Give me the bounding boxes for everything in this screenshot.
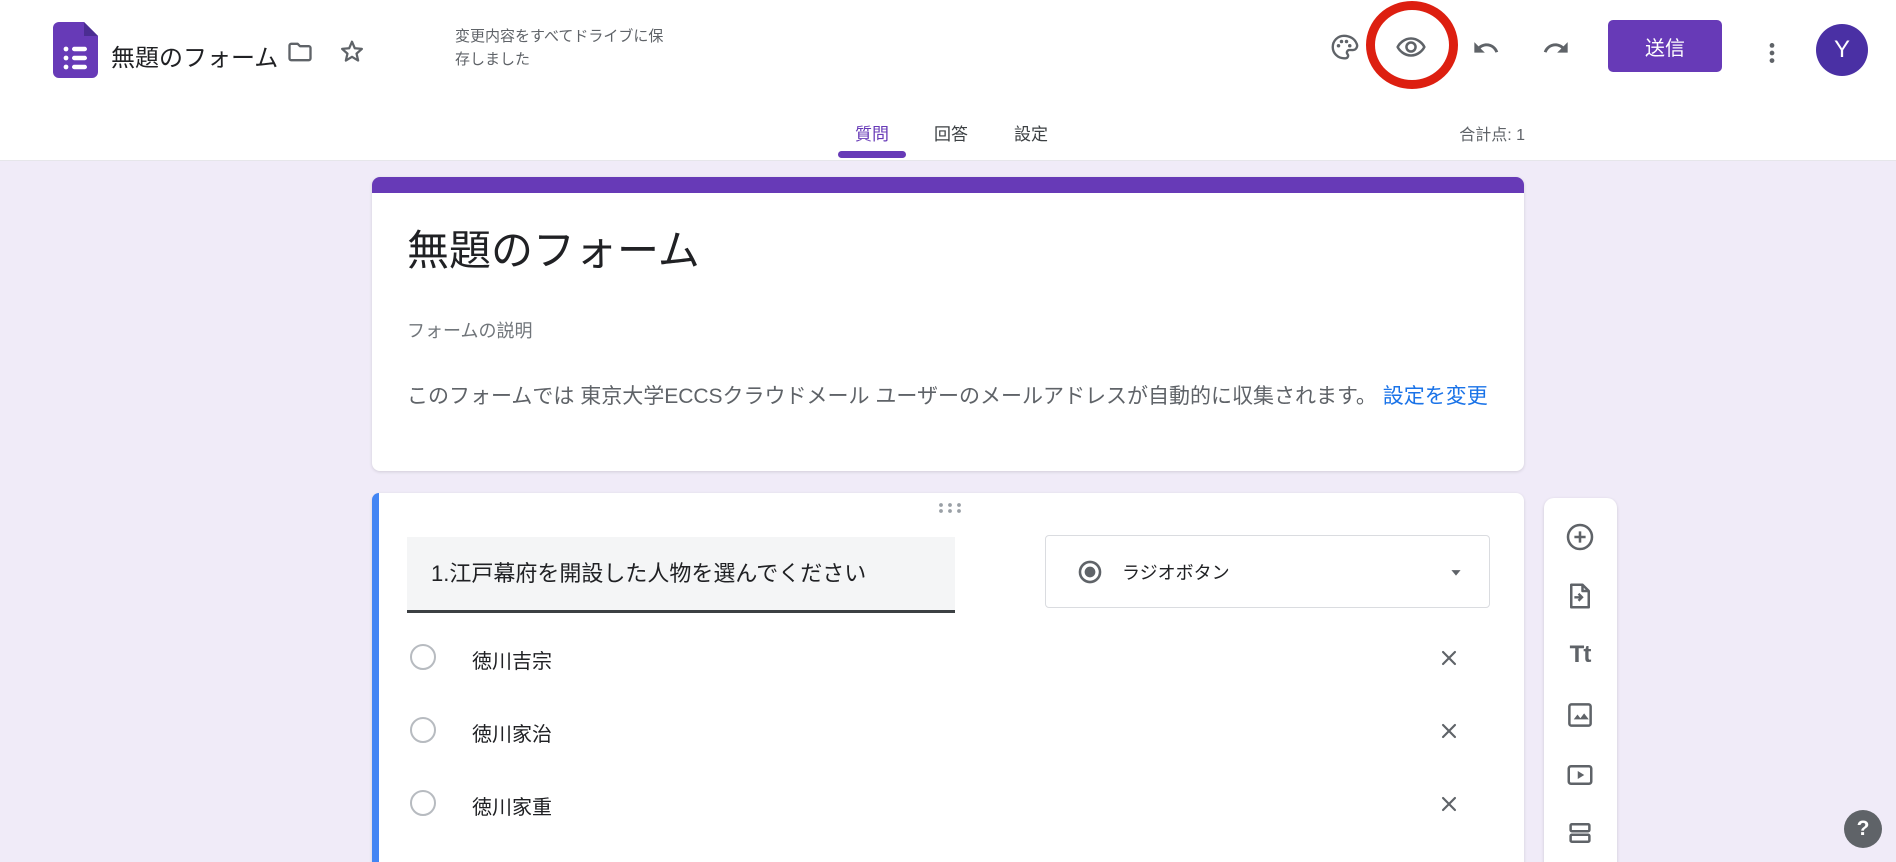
remove-option-icon[interactable] xyxy=(1434,643,1464,673)
remove-option-icon[interactable] xyxy=(1434,716,1464,746)
help-glyph: ? xyxy=(1857,817,1870,841)
tab-settings[interactable]: 設定 xyxy=(997,108,1065,161)
add-video-icon[interactable] xyxy=(1558,753,1602,797)
tab-responses[interactable]: 回答 xyxy=(917,108,985,161)
preview-eye-icon[interactable] xyxy=(1389,25,1433,69)
form-header-card: 無題のフォーム フォームの説明 このフォームでは 東京大学ECCSクラウドメール… xyxy=(372,177,1524,471)
add-question-icon[interactable] xyxy=(1558,515,1602,559)
help-icon[interactable]: ? xyxy=(1844,810,1882,848)
account-avatar[interactable]: Y xyxy=(1816,24,1868,76)
option-row: 徳川家重 xyxy=(372,789,1524,819)
email-collection-notice: このフォームでは 東京大学ECCSクラウドメール ユーザーのメールアドレスが自動… xyxy=(407,380,1492,413)
google-forms-editor: 無題のフォーム 変更内容をすべてドライブに保存しました xyxy=(0,0,1896,862)
option-row: 徳川家治 xyxy=(372,716,1524,746)
add-title-text-icon[interactable]: Tt xyxy=(1558,633,1602,677)
form-title-input[interactable]: 無題のフォーム xyxy=(407,217,700,278)
google-forms-logo-icon[interactable] xyxy=(53,22,98,78)
redo-icon[interactable] xyxy=(1534,26,1578,70)
send-button[interactable]: 送信 xyxy=(1608,20,1722,72)
text-tool-glyph: Tt xyxy=(1570,641,1591,669)
insert-image-icon[interactable] xyxy=(1558,693,1602,737)
option-row: 徳川吉宗 xyxy=(372,643,1524,673)
theme-palette-icon[interactable] xyxy=(1322,25,1366,69)
undo-icon[interactable] xyxy=(1464,26,1508,70)
total-points-label: 合計点: 1 xyxy=(1459,121,1525,145)
option-radio-circle[interactable] xyxy=(410,717,436,743)
save-status-text: 変更内容をすべてドライブに保存しました xyxy=(455,25,675,71)
import-questions-icon[interactable] xyxy=(1558,574,1602,618)
document-title[interactable]: 無題のフォーム xyxy=(111,38,278,73)
question-title-input[interactable]: 1.江戸幕府を開設した人物を選んでください xyxy=(407,537,955,613)
notice-text: このフォームでは 東京大学ECCSクラウドメール ユーザーのメールアドレスが自動… xyxy=(407,385,1377,408)
dropdown-caret-icon xyxy=(1445,561,1467,583)
app-bar: 無題のフォーム 変更内容をすべてドライブに保存しました xyxy=(0,0,1896,161)
theme-color-bar xyxy=(372,177,1524,193)
question-type-label: ラジオボタン xyxy=(1122,559,1230,585)
question-title-text: 1.江戸幕府を開設した人物を選んでください xyxy=(431,537,931,610)
avatar-initial: Y xyxy=(1834,36,1850,64)
question-card: 1.江戸幕府を開設した人物を選んでください ラジオボタン 徳川吉宗 xyxy=(372,493,1524,862)
change-settings-link[interactable]: 設定を変更 xyxy=(1383,385,1488,408)
option-label[interactable]: 徳川吉宗 xyxy=(472,645,552,674)
radio-button-type-icon xyxy=(1076,558,1104,586)
drag-handle-icon[interactable] xyxy=(933,499,967,517)
form-description-input[interactable]: フォームの説明 xyxy=(407,317,532,343)
option-radio-circle[interactable] xyxy=(410,644,436,670)
question-type-dropdown[interactable]: ラジオボタン xyxy=(1045,535,1490,608)
star-icon[interactable] xyxy=(332,32,372,72)
option-radio-circle[interactable] xyxy=(410,790,436,816)
option-label[interactable]: 徳川家治 xyxy=(472,718,552,747)
remove-option-icon[interactable] xyxy=(1434,789,1464,819)
tab-questions[interactable]: 質問 xyxy=(838,108,906,161)
move-to-folder-icon[interactable] xyxy=(282,34,318,70)
insert-toolbar: Tt xyxy=(1544,498,1617,862)
more-vertical-icon[interactable] xyxy=(1750,31,1794,75)
option-label[interactable]: 徳川家重 xyxy=(472,791,552,820)
add-section-icon[interactable] xyxy=(1558,811,1602,855)
